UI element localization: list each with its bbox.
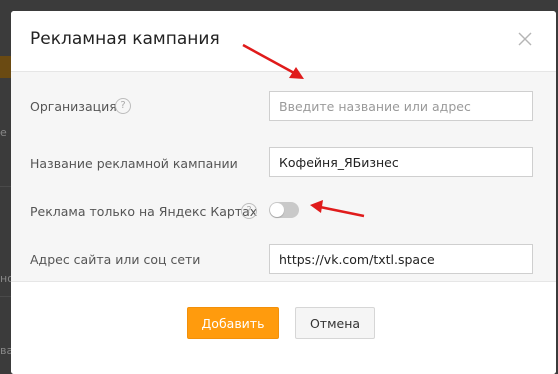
yandex-maps-only-label: Реклама только на Яндекс Картах [30,204,258,219]
campaign-name-input[interactable] [269,147,533,177]
toggle-knob [270,203,284,217]
campaign-name-label: Название рекламной кампании [30,156,238,171]
dialog-header: Рекламная кампания [11,11,556,72]
dialog-body: Организация ? Название рекламной кампани… [11,72,556,281]
dialog-title: Рекламная кампания [30,29,220,49]
close-icon[interactable] [517,31,533,47]
add-button[interactable]: Добавить [187,307,279,339]
organization-input[interactable] [269,91,533,121]
help-icon[interactable]: ? [241,203,257,219]
website-label: Адрес сайта или соц сети [30,252,201,267]
campaign-dialog: Рекламная кампания Организация ? Названи… [11,11,556,374]
yandex-maps-only-toggle[interactable] [269,202,299,218]
help-icon[interactable]: ? [115,98,131,114]
cancel-button[interactable]: Отмена [295,307,375,339]
website-input[interactable] [269,244,533,274]
dialog-footer: Добавить Отмена [11,281,556,374]
organization-label: Организация [30,99,117,114]
